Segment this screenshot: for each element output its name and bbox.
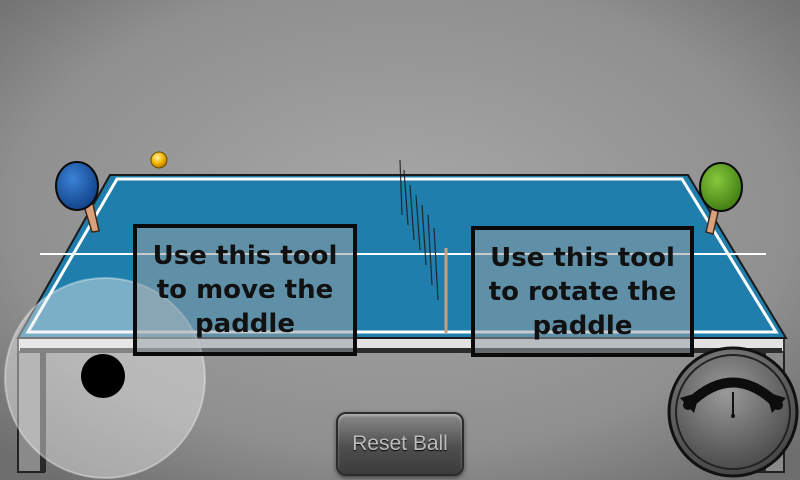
rotate-tool-hint-box: Use this tool to rotate the paddle bbox=[471, 226, 694, 357]
move-tool-hint-text: Use this tool to move the paddle bbox=[152, 241, 338, 339]
rotate-tool-hint-text: Use this tool to rotate the paddle bbox=[488, 242, 677, 341]
reset-ball-label: Reset Ball bbox=[352, 432, 448, 455]
ball-icon bbox=[150, 151, 168, 169]
move-tool-hint-box: Use this tool to move the paddle bbox=[133, 224, 357, 356]
reset-ball-button[interactable]: Reset Ball bbox=[336, 412, 464, 476]
joystick-icon[interactable] bbox=[81, 354, 125, 398]
rotate-dial[interactable] bbox=[667, 346, 799, 478]
